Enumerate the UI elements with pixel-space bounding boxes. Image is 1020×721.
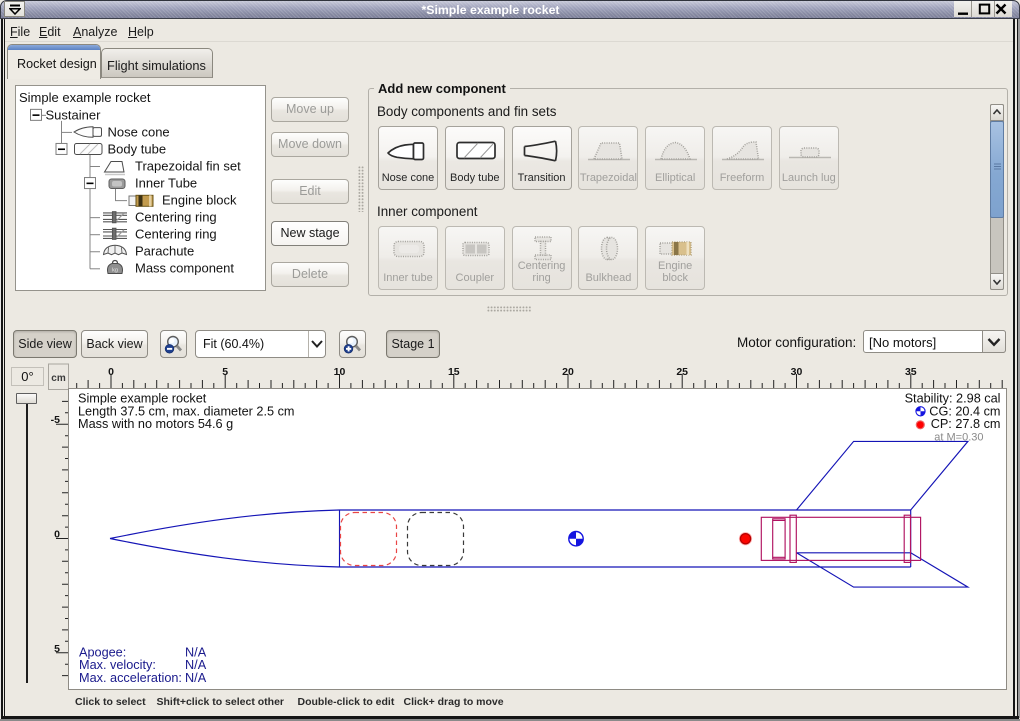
svg-text:Centering ring: Centering ring <box>135 227 217 242</box>
svg-text:N/A: N/A <box>185 671 207 685</box>
svg-text:15: 15 <box>448 366 460 378</box>
svg-text:Mass component: Mass component <box>135 261 234 276</box>
svg-text:25: 25 <box>676 366 688 378</box>
svg-text:Simple example rocket: Simple example rocket <box>19 90 151 105</box>
svg-text:Parachute: Parachute <box>135 244 194 259</box>
svg-text:Centering ring: Centering ring <box>135 210 217 225</box>
svg-text:20: 20 <box>562 366 574 378</box>
svg-text:Max. acceleration:: Max. acceleration: <box>79 671 182 685</box>
svg-text:0: 0 <box>108 366 114 378</box>
svg-text:5: 5 <box>222 366 228 378</box>
svg-text:at M=0.30: at M=0.30 <box>934 432 983 444</box>
svg-text:Inner Tube: Inner Tube <box>135 175 197 190</box>
svg-text:10: 10 <box>334 366 346 378</box>
svg-text:0: 0 <box>54 529 60 541</box>
svg-text:-5: -5 <box>51 414 60 426</box>
svg-text:35: 35 <box>905 366 917 378</box>
svg-text:5: 5 <box>54 643 60 655</box>
svg-text:Nose cone: Nose cone <box>108 124 170 139</box>
svg-text:Mass with no motors 54.6 g: Mass with no motors 54.6 g <box>78 417 233 431</box>
svg-text:Trapezoidal fin set: Trapezoidal fin set <box>135 158 241 173</box>
svg-text:Engine block: Engine block <box>162 193 237 208</box>
svg-text:cm: cm <box>51 373 66 384</box>
svg-text:Body tube: Body tube <box>108 141 167 156</box>
svg-text:kg: kg <box>112 268 118 274</box>
svg-text:Sustainer: Sustainer <box>46 107 102 122</box>
svg-text:CP: 27.8 cm: CP: 27.8 cm <box>931 417 1001 431</box>
svg-text:30: 30 <box>791 366 803 378</box>
